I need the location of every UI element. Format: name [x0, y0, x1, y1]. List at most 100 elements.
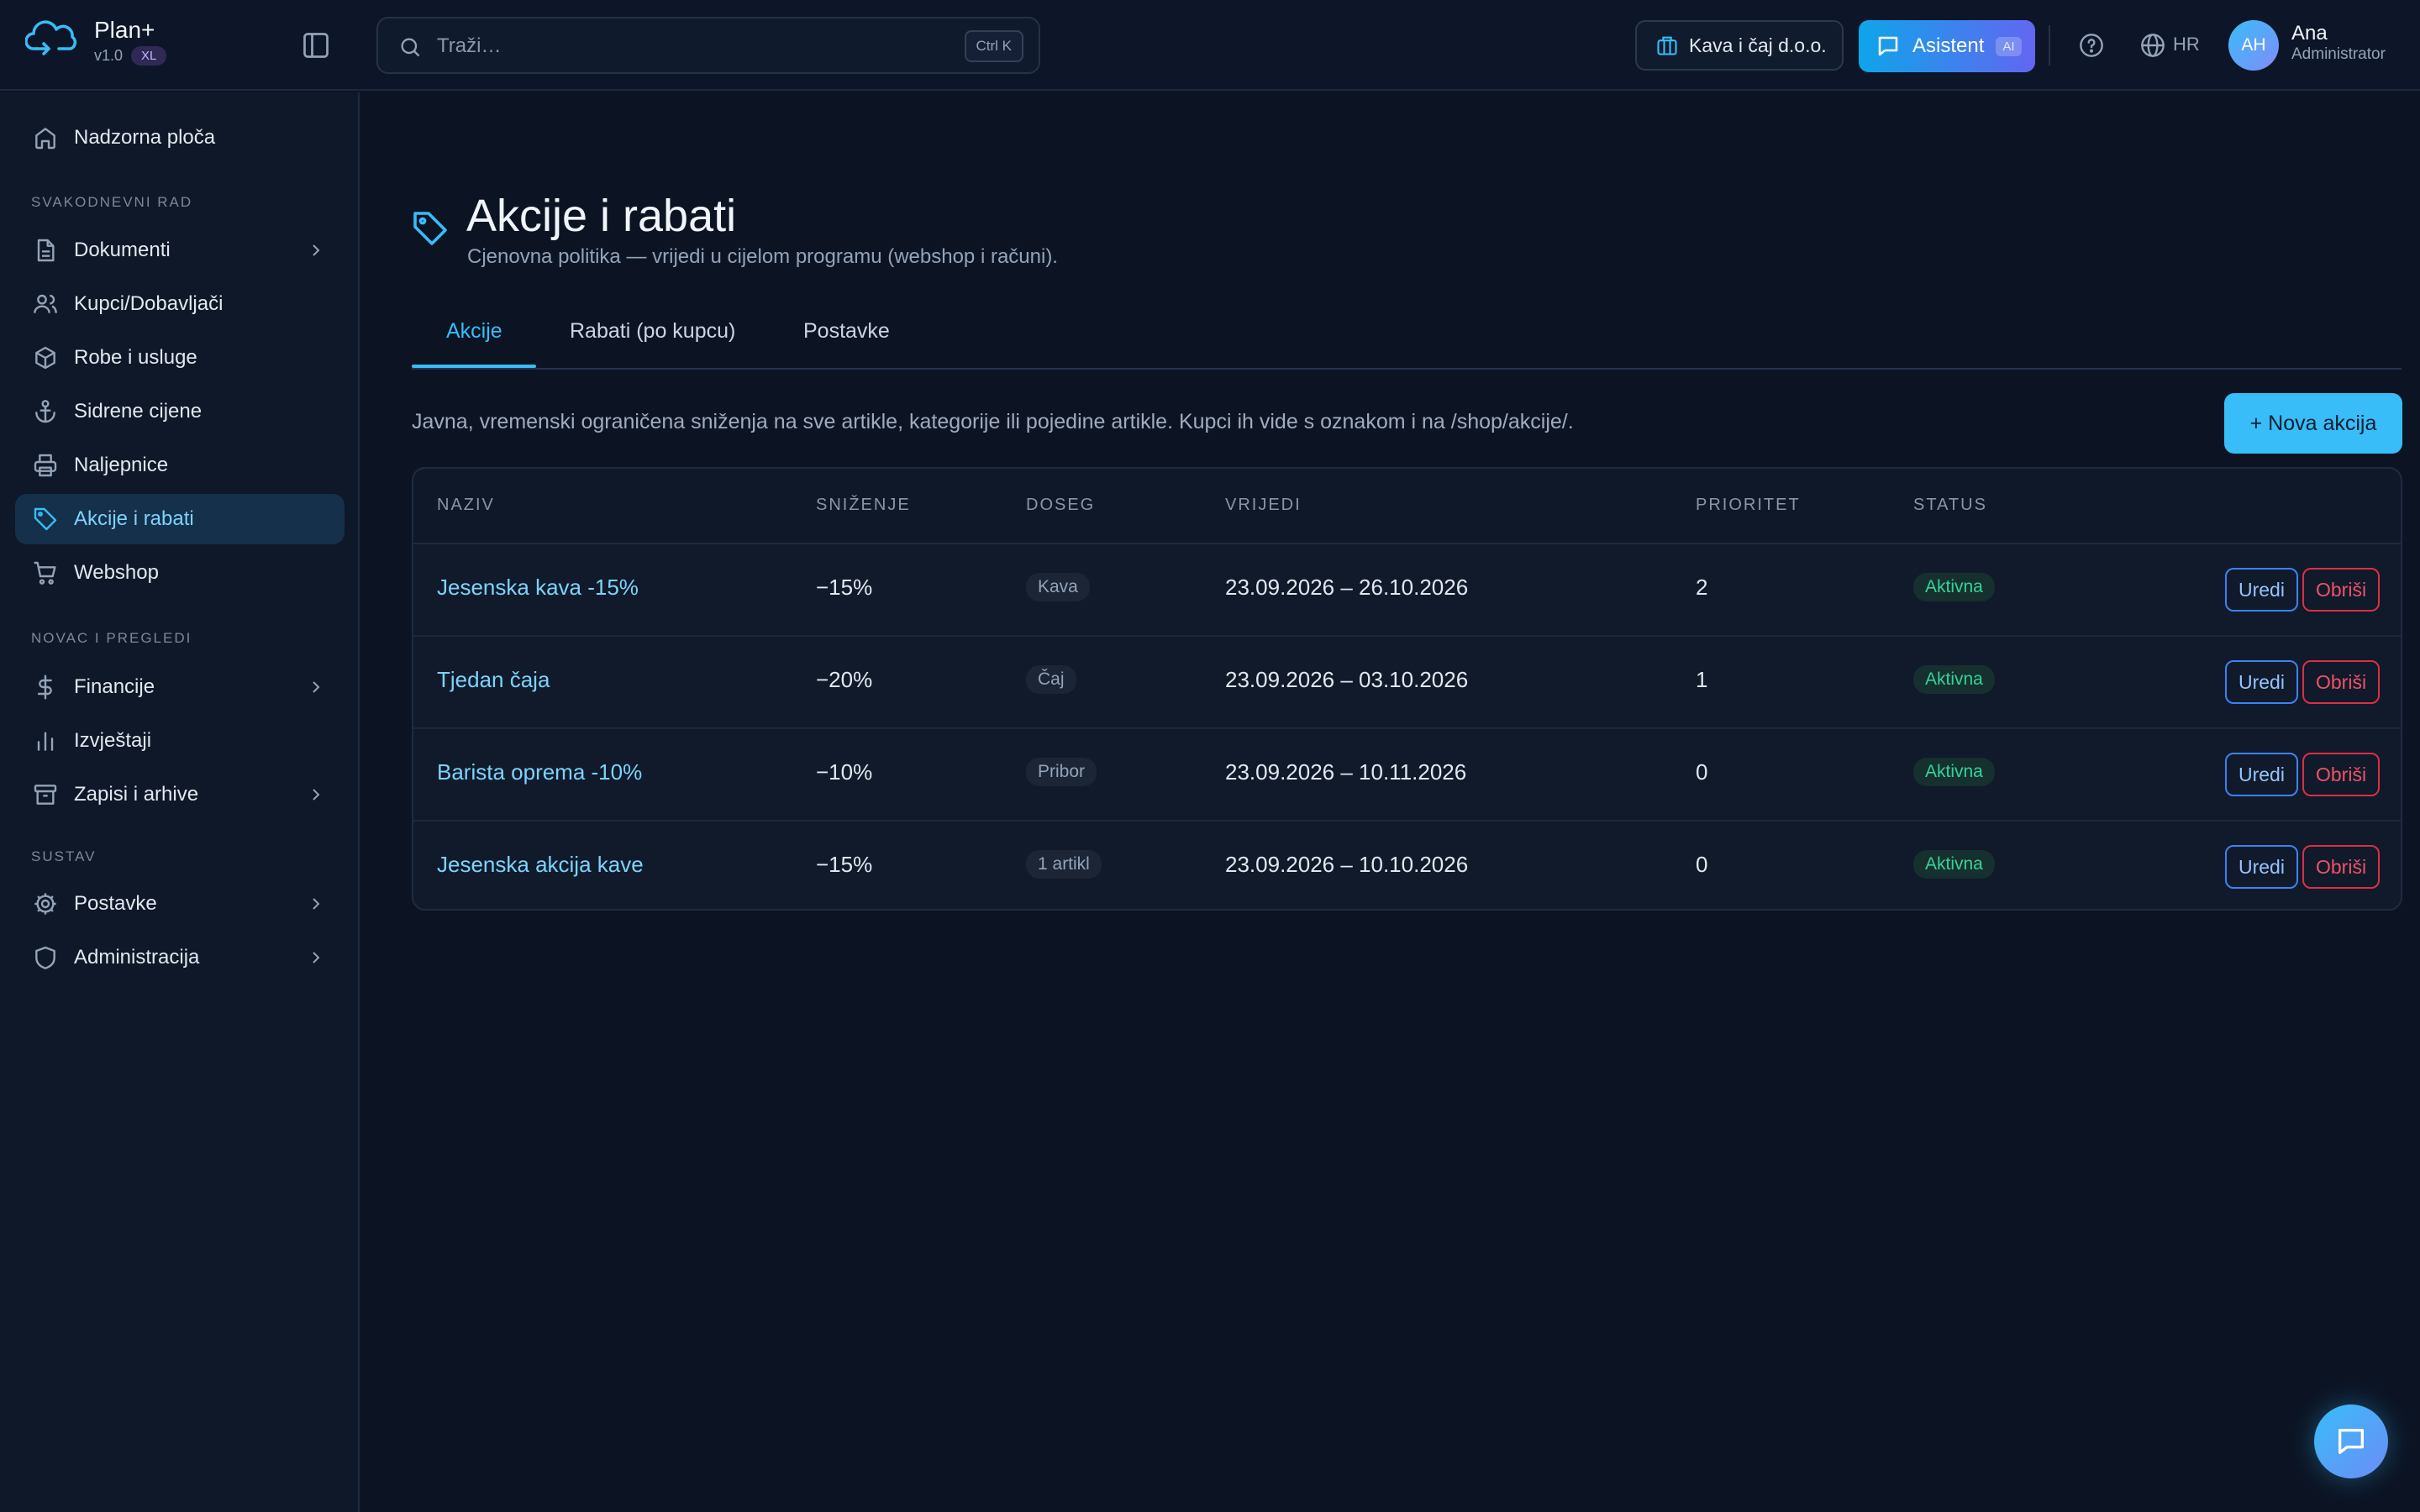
sidebar-section-title: NOVAC I PREGLEDI [31, 630, 192, 646]
sidebar-item-label: Administracija [74, 946, 200, 969]
status-badge: Aktivna [1913, 573, 1995, 601]
bar-chart-icon [37, 732, 54, 751]
help-icon[interactable] [2078, 32, 2105, 59]
chevron-right-icon [313, 898, 320, 910]
table-row: Jesenska kava -15% −15% Kava 23.09.2026 … [413, 544, 2401, 637]
scope-badge: Pribor [1026, 758, 1097, 786]
sidebar-item-label: Postavke [74, 892, 157, 915]
company-selector[interactable]: Kava i čaj d.o.o. [1635, 20, 1844, 71]
box-icon [35, 346, 55, 370]
globe-icon[interactable] [2139, 32, 2166, 59]
status-badge: Aktivna [1913, 850, 1995, 879]
priority-value: 1 [1696, 667, 1708, 692]
sidebar-item-sidrene-cijene[interactable]: Sidrene cijene [15, 386, 345, 437]
promotion-name-link[interactable]: Barista oprema -10% [437, 759, 642, 785]
promotion-name-link[interactable]: Jesenska kava -15% [437, 575, 639, 601]
file-icon [37, 239, 55, 262]
priority-value: 2 [1696, 575, 1708, 600]
column-header: DOSEG [1026, 496, 1096, 514]
table-row: Jesenska akcija kave −15% 1 artikl 23.09… [413, 822, 2401, 909]
language-switch[interactable]: HR [2173, 34, 2200, 55]
sidebar-item-label: Financije [74, 675, 155, 698]
archive-icon [34, 785, 57, 805]
delete-button[interactable]: Obriši [2302, 845, 2381, 889]
column-header: PRIORITET [1696, 496, 1801, 514]
sidebar-item-financije[interactable]: Financije [15, 662, 345, 712]
delete-button[interactable]: Obriši [2302, 568, 2381, 612]
new-promotion-button[interactable]: + Nova akcija [2224, 393, 2402, 454]
sidebar-item-label: Akcije i rabati [74, 507, 194, 530]
sidebar-item-label: Sidrene cijene [74, 400, 203, 423]
top-bar: Plan+ v1.0 XL Traži… Ctrl K Kava i čaj d… [0, 0, 2420, 91]
chat-fab-button[interactable] [2314, 1404, 2388, 1478]
sidebar-toggle-icon[interactable] [301, 30, 331, 60]
sidebar-item-label: Webshop [74, 561, 159, 584]
discount-value: −15% [816, 575, 873, 600]
sidebar-item-dokumenti[interactable]: Dokumenti [15, 225, 345, 276]
tab-akcije[interactable]: Akcije [446, 319, 502, 365]
section-description: Javna, vremenski ograničena sniženja na … [412, 410, 1574, 433]
sidebar-item-zapisi[interactable]: Zapisi i arhive [15, 769, 345, 820]
tab-rabati[interactable]: Rabati (po kupcu) [570, 319, 735, 365]
app-logo[interactable]: Plan+ v1.0 XL [25, 15, 167, 66]
sidebar-item-akcije[interactable]: Akcije i rabati [15, 494, 345, 544]
sidebar-item-administracija[interactable]: Administracija [15, 932, 345, 983]
search-shortcut: Ctrl K [964, 30, 1023, 62]
search-icon [401, 38, 420, 57]
sidebar-item-izvjestaji[interactable]: Izvještaji [15, 716, 345, 766]
search-input[interactable]: Traži… Ctrl K [376, 17, 1040, 74]
page-subtitle: Cjenovna politika — vrijedi u cijelom pr… [467, 245, 1058, 268]
validity-range: 23.09.2026 – 10.11.2026 [1225, 759, 1467, 785]
sidebar-item-dashboard[interactable]: Nadzorna ploča [15, 113, 345, 163]
edit-button[interactable]: Uredi [2225, 845, 2298, 889]
cart-icon [34, 561, 56, 585]
tag-icon [413, 212, 447, 245]
assistant-label: Asistent [1912, 34, 1985, 57]
sidebar-item-postavke[interactable]: Postavke [15, 879, 345, 929]
column-header: VRIJEDI [1225, 496, 1302, 514]
assistant-button[interactable]: Asistent AI [1859, 20, 2035, 72]
app-version: v1.0 [94, 46, 124, 64]
sidebar-item-naljepnice[interactable]: Naljepnice [15, 440, 345, 491]
column-header: STATUS [1913, 496, 1987, 514]
sidebar-item-label: Zapisi i arhive [74, 783, 199, 806]
delete-button[interactable]: Obriši [2302, 660, 2381, 704]
status-badge: Aktivna [1913, 758, 1995, 786]
page-title: Akcije i rabati [466, 191, 737, 241]
avatar[interactable]: AH [2228, 20, 2279, 71]
priority-value: 0 [1696, 759, 1708, 785]
edit-button[interactable]: Uredi [2225, 660, 2298, 704]
tab-bar: Akcije Rabati (po kupcu) Postavke [412, 302, 2402, 370]
edit-button[interactable]: Uredi [2225, 753, 2298, 796]
sidebar-item-label: Nadzorna ploča [74, 126, 216, 149]
search-placeholder: Traži… [437, 34, 502, 57]
sidebar-item-label: Robe i usluge [74, 346, 197, 369]
discount-value: −20% [816, 667, 873, 692]
sidebar-item-kupci[interactable]: Kupci/Dobavljači [15, 279, 345, 329]
scope-badge: Kava [1026, 573, 1090, 601]
promotion-name-link[interactable]: Jesenska akcija kave [437, 852, 644, 878]
chevron-right-icon [313, 681, 320, 693]
company-name: Kava i čaj d.o.o. [1689, 34, 1827, 56]
promotion-name-link[interactable]: Tjedan čaja [437, 667, 550, 693]
building-icon [1657, 36, 1677, 55]
column-header: NAZIV [437, 496, 495, 514]
app-name: Plan+ [94, 16, 155, 43]
validity-range: 23.09.2026 – 10.10.2026 [1225, 852, 1469, 877]
active-tab-indicator [412, 365, 536, 368]
anchor-icon [35, 400, 55, 423]
users-icon [34, 294, 57, 313]
edit-button[interactable]: Uredi [2225, 568, 2298, 612]
table-header: NAZIV SNIŽENJE DOSEG VRIJEDI PRIORITET S… [413, 469, 2401, 544]
gear-icon [34, 893, 56, 915]
scope-badge: 1 artikl [1026, 850, 1102, 879]
tab-postavke[interactable]: Postavke [803, 319, 890, 365]
plan-badge: XL [131, 45, 167, 66]
shield-icon [35, 946, 55, 969]
delete-button[interactable]: Obriši [2302, 753, 2381, 796]
table-row: Barista oprema -10% −10% Pribor 23.09.20… [413, 729, 2401, 822]
sidebar-item-webshop[interactable]: Webshop [15, 548, 345, 598]
sidebar-item-robe[interactable]: Robe i usluge [15, 333, 345, 383]
sidebar-item-label: Dokumenti [74, 239, 171, 261]
ai-badge: AI [1996, 36, 2022, 56]
